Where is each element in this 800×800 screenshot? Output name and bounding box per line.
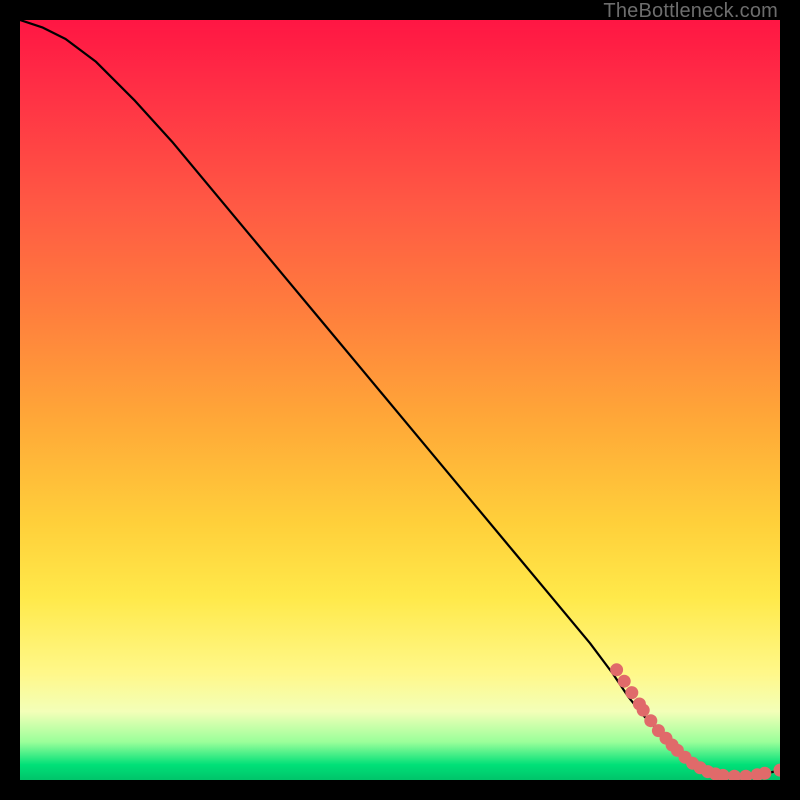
bottleneck-curve [20, 20, 780, 776]
data-marker [637, 704, 650, 717]
data-marker [739, 770, 752, 780]
chart-frame [20, 20, 780, 780]
marker-group [610, 663, 780, 780]
data-marker [610, 663, 623, 676]
data-marker [618, 675, 631, 688]
data-marker [758, 767, 771, 780]
data-marker [774, 764, 781, 777]
data-marker [728, 770, 741, 780]
chart-svg [20, 20, 780, 780]
data-marker [625, 686, 638, 699]
